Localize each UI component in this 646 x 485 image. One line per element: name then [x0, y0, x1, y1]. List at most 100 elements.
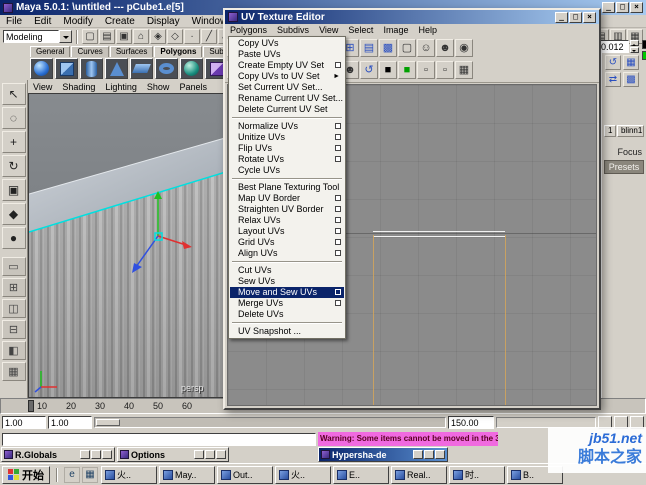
menu-item[interactable]: Paste UVs [230, 49, 344, 60]
close-icon[interactable] [216, 450, 226, 459]
minimized-window[interactable]: Options [117, 447, 229, 462]
panel-menu-item[interactable]: Lighting [100, 81, 142, 93]
playback-end-field[interactable]: 150.00 [448, 416, 494, 429]
option-box-icon[interactable] [335, 228, 341, 234]
swatch-black-icon[interactable] [642, 40, 646, 49]
option-box-icon[interactable] [335, 217, 341, 223]
range-slider[interactable] [94, 417, 446, 428]
menu-item[interactable]: Help [413, 24, 442, 36]
option-box-icon[interactable] [335, 250, 341, 256]
layout-outliner-icon[interactable]: ◧ [2, 341, 26, 360]
poly-plane-icon[interactable] [130, 58, 153, 79]
option-box-icon[interactable] [335, 62, 341, 68]
pixel-snap-icon[interactable]: ▦ [455, 61, 473, 79]
poly-sphere-icon[interactable] [30, 58, 53, 79]
maximize-icon[interactable]: □ [616, 2, 629, 13]
presets-button[interactable]: Presets [604, 160, 644, 174]
menu-item[interactable]: Straighten UV Border [230, 204, 344, 215]
menu-item[interactable]: Cut UVs [230, 265, 344, 276]
mask-curves-icon[interactable]: ╱ [201, 29, 217, 44]
swap-pane-icon[interactable]: ⇄ [605, 72, 621, 87]
menu-item[interactable] [232, 261, 342, 263]
show-desktop-icon[interactable]: ▦ [82, 467, 98, 483]
spinner-down-icon[interactable] [630, 47, 639, 53]
menu-item[interactable] [232, 322, 342, 324]
menu-item[interactable]: Best Plane Texturing Tool [230, 182, 344, 193]
menu-item[interactable]: View [314, 24, 343, 36]
move-manipulator[interactable] [124, 189, 194, 281]
panel-menu-item[interactable]: View [28, 81, 57, 93]
toggle-border-icon[interactable]: ◉ [455, 39, 473, 57]
shelf-tab[interactable]: Surfaces [110, 46, 154, 57]
taskbar-button[interactable]: 火.. [101, 466, 157, 484]
mask-points-icon[interactable]: ∙ [184, 29, 200, 44]
taskbar-button[interactable]: May.. [159, 466, 215, 484]
snap-uvs-icon[interactable]: ▩ [379, 39, 397, 57]
menu-item[interactable]: Cycle UVs [230, 165, 344, 176]
menu-item[interactable]: Select [343, 24, 378, 36]
attribute-tab[interactable]: 1 [604, 125, 616, 137]
taskbar-button[interactable]: 火.. [275, 466, 331, 484]
panel-menu-item[interactable]: Show [142, 81, 175, 93]
select-hierarchy-icon[interactable]: ⌂ [133, 29, 149, 44]
select-object-icon[interactable]: ◈ [150, 29, 166, 44]
menu-item[interactable]: Copy UVs [230, 38, 344, 49]
menu-item[interactable]: Sew UVs [230, 276, 344, 287]
minimize-icon[interactable] [80, 450, 90, 459]
maximize-icon[interactable]: □ [569, 12, 582, 23]
option-box-icon[interactable] [335, 206, 341, 212]
maximize-icon[interactable] [424, 450, 434, 459]
layout-two-side-icon[interactable]: ◫ [2, 299, 26, 318]
menu-item[interactable]: Set Current UV Set... [230, 82, 344, 93]
cycle-display-icon[interactable]: ↺ [360, 61, 378, 79]
menu-item[interactable]: Delete Current UV Set [230, 104, 344, 115]
spinner-up-icon[interactable] [630, 40, 639, 46]
mode-selector-value[interactable]: Modeling [3, 30, 59, 43]
poly-cube-icon[interactable] [55, 58, 78, 79]
menu-item[interactable] [232, 117, 342, 119]
menu-item[interactable]: Align UVs [230, 248, 344, 259]
uv-border-icon[interactable]: ▢ [398, 39, 416, 57]
minimize-icon[interactable] [413, 450, 423, 459]
select-component-icon[interactable]: ◇ [167, 29, 183, 44]
panel-menu-item[interactable]: Shading [57, 81, 100, 93]
menu-item[interactable]: Map UV Border [230, 193, 344, 204]
command-input[interactable] [2, 433, 316, 446]
lattice-pane-icon[interactable]: ▩ [623, 72, 639, 87]
menu-item[interactable]: Delete UVs [230, 309, 344, 320]
swatch-green-icon[interactable] [642, 51, 646, 60]
option-box-icon[interactable] [335, 289, 341, 295]
panel-menu-item[interactable]: Panels [174, 81, 212, 93]
current-frame-marker[interactable] [28, 400, 34, 412]
display-image-icon[interactable]: ☺ [417, 39, 435, 57]
subdiv-sphere-icon[interactable] [180, 58, 203, 79]
new-scene-icon[interactable]: ▢ [82, 29, 98, 44]
shelf-tab[interactable]: Curves [71, 46, 108, 57]
layout-two-stack-icon[interactable]: ⊟ [2, 320, 26, 339]
save-scene-icon[interactable]: ▣ [116, 29, 132, 44]
ie-icon[interactable]: e [64, 467, 80, 483]
poly-torus-icon[interactable] [155, 58, 178, 79]
minimize-icon[interactable]: _ [555, 12, 568, 23]
menu-item[interactable]: Create [99, 15, 141, 28]
start-button[interactable]: 开始 [2, 466, 50, 484]
option-box-icon[interactable] [335, 134, 341, 140]
shelf-tab[interactable]: General [30, 46, 70, 57]
uv-texture-editor-window[interactable]: UV Texture Editor _□× PolygonsSubdivsVie… [223, 8, 601, 410]
maximize-icon[interactable] [205, 450, 215, 459]
menu-item[interactable]: UV Snapshot ... [230, 326, 344, 337]
layout-graph-icon[interactable]: ▦ [2, 362, 26, 381]
layout-four-view-icon[interactable]: ⊞ [2, 278, 26, 297]
layout-uvs-icon[interactable]: ▤ [360, 39, 378, 57]
taskbar-button[interactable]: E.. [333, 466, 389, 484]
option-box-icon[interactable] [335, 156, 341, 162]
option-box-icon[interactable] [335, 300, 341, 306]
menu-item[interactable]: Merge UVs [230, 298, 344, 309]
menu-item[interactable]: Modify [57, 15, 98, 28]
menu-item[interactable]: Edit [28, 15, 57, 28]
range-slider-handle[interactable] [96, 419, 120, 426]
open-scene-icon[interactable]: ▤ [99, 29, 115, 44]
minimized-window[interactable]: Hypersha-de [318, 447, 448, 462]
menu-item[interactable]: Display [141, 15, 186, 28]
show-manipulator-tool[interactable]: ◆ [2, 203, 26, 225]
